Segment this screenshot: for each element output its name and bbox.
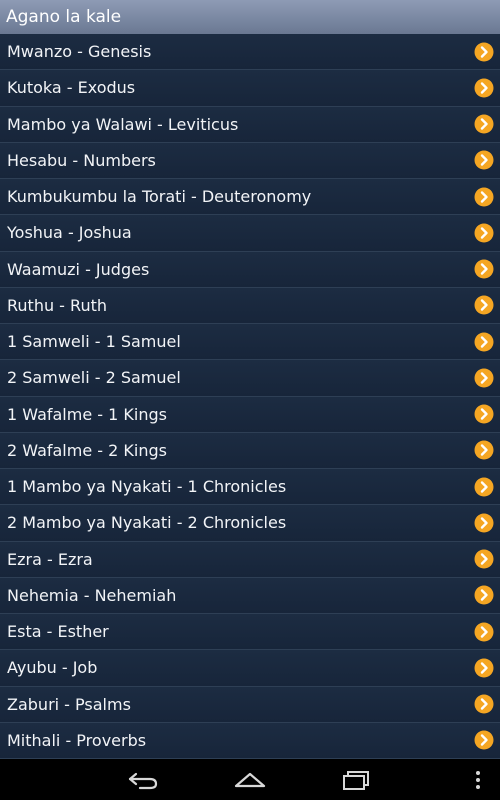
book-title: Kumbukumbu la Torati - Deuteronomy [7, 187, 312, 207]
overflow-menu-button[interactable] [458, 767, 498, 793]
book-title: Ayubu - Job [7, 658, 98, 678]
book-list-item[interactable]: Mwanzo - Genesis [0, 34, 500, 71]
book-title: Nehemia - Nehemiah [7, 585, 177, 605]
back-icon [128, 772, 158, 790]
book-list-item[interactable]: Nehemia - Nehemiah [0, 577, 500, 614]
chevron-right-circle-icon [474, 404, 494, 424]
title-bar: Agano la kale [0, 0, 500, 34]
book-list-item[interactable]: 2 Mambo ya Nyakati - 2 Chronicles [0, 505, 500, 542]
chevron-right-circle-icon [474, 549, 494, 569]
book-list-item[interactable]: 2 Samweli - 2 Samuel [0, 360, 500, 397]
book-list-item[interactable]: Waamuzi - Judges [0, 251, 500, 288]
book-title: 2 Mambo ya Nyakati - 2 Chronicles [7, 513, 287, 533]
book-title: 1 Mambo ya Nyakati - 1 Chronicles [7, 477, 287, 497]
chevron-right-circle-icon [474, 658, 494, 678]
chevron-right-circle-icon [474, 78, 494, 98]
chevron-right-circle-icon [474, 622, 494, 642]
book-list-item[interactable]: 1 Mambo ya Nyakati - 1 Chronicles [0, 469, 500, 506]
book-title: Ezra - Ezra [7, 549, 93, 569]
chevron-right-circle-icon [474, 368, 494, 388]
book-list-item[interactable]: Mambo ya Walawi - Leviticus [0, 106, 500, 143]
chevron-right-circle-icon [474, 259, 494, 279]
chevron-right-circle-icon [474, 694, 494, 714]
chevron-right-circle-icon [474, 114, 494, 134]
home-button[interactable] [230, 767, 270, 793]
book-title: Esta - Esther [7, 622, 109, 642]
book-list-item[interactable]: Ezra - Ezra [0, 541, 500, 578]
book-title: 1 Samweli - 1 Samuel [7, 332, 181, 352]
book-list-item[interactable]: Kumbukumbu la Torati - Deuteronomy [0, 179, 500, 216]
book-list[interactable]: Mwanzo - Genesis Kutoka - Exodus Mambo ya … [0, 34, 500, 759]
recent-apps-icon [343, 771, 369, 790]
book-list-item[interactable]: Ruthu - Ruth [0, 287, 500, 324]
chevron-right-circle-icon [474, 150, 494, 170]
book-title: 2 Wafalme - 2 Kings [7, 440, 167, 460]
book-title: 2 Samweli - 2 Samuel [7, 368, 181, 388]
book-list-item[interactable]: 1 Wafalme - 1 Kings [0, 396, 500, 433]
book-title: Waamuzi - Judges [7, 259, 150, 279]
page-title: Agano la kale [6, 7, 122, 27]
book-list-item[interactable]: Ayubu - Job [0, 650, 500, 687]
book-title: Yoshua - Joshua [7, 223, 132, 243]
book-title: 1 Wafalme - 1 Kings [7, 404, 167, 424]
app-screen: Agano la kale Mwanzo - Genesis Kutoka - E… [0, 0, 500, 800]
book-list-item[interactable]: 1 Samweli - 1 Samuel [0, 324, 500, 361]
system-navigation-bar [0, 759, 500, 800]
chevron-right-circle-icon [474, 477, 494, 497]
overflow-menu-icon [476, 771, 480, 789]
recent-apps-button[interactable] [337, 767, 377, 793]
book-title: Ruthu - Ruth [7, 295, 107, 315]
book-list-item[interactable]: Hesabu - Numbers [0, 142, 500, 179]
book-list-item[interactable]: 2 Wafalme - 2 Kings [0, 432, 500, 469]
book-list-item[interactable]: Zaburi - Psalms [0, 686, 500, 723]
book-list-item[interactable]: Esta - Esther [0, 614, 500, 651]
book-list-item[interactable]: Kutoka - Exodus [0, 70, 500, 107]
book-title: Zaburi - Psalms [7, 694, 131, 714]
book-title: Mwanzo - Genesis [7, 42, 152, 62]
chevron-right-circle-icon [474, 332, 494, 352]
home-icon [234, 772, 266, 788]
chevron-right-circle-icon [474, 42, 494, 62]
chevron-right-circle-icon [474, 730, 494, 750]
chevron-right-circle-icon [474, 295, 494, 315]
book-title: Hesabu - Numbers [7, 150, 156, 170]
book-title: Kutoka - Exodus [7, 78, 136, 98]
book-list-item[interactable]: Yoshua - Joshua [0, 215, 500, 252]
book-title: Mambo ya Walawi - Leviticus [7, 114, 239, 134]
chevron-right-circle-icon [474, 585, 494, 605]
chevron-right-circle-icon [474, 187, 494, 207]
book-list-item[interactable]: Mithali - Proverbs [0, 722, 500, 759]
back-button[interactable] [123, 767, 163, 793]
book-title: Mithali - Proverbs [7, 730, 147, 750]
chevron-right-circle-icon [474, 223, 494, 243]
chevron-right-circle-icon [474, 513, 494, 533]
chevron-right-circle-icon [474, 440, 494, 460]
